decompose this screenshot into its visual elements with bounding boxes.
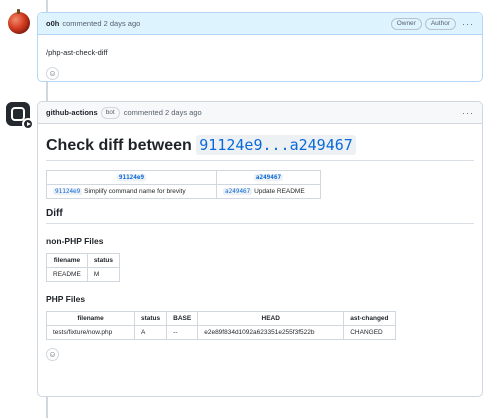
avatar[interactable]	[8, 12, 30, 34]
table-cell: e2e89f834d1092a623351e255f3f522b	[197, 325, 345, 340]
nonphp-table: filename status README M	[46, 253, 120, 282]
comment-github-actions: github-actions bot commented 2 days ago …	[37, 101, 483, 397]
smiley-icon[interactable]: ☺	[46, 67, 59, 80]
owner-badge: Owner	[390, 17, 422, 30]
table-header: status	[86, 253, 120, 268]
table-cell: A	[133, 325, 168, 340]
title-prefix: Check diff between	[46, 137, 192, 154]
comment-body: /php-ast-check-diff ☺	[38, 35, 482, 80]
table-row: filename status BASE HEAD ast-changed	[46, 311, 396, 326]
table-row: 91124e9 Simplify command name for brevit…	[46, 184, 321, 199]
table-header: filename	[46, 253, 88, 268]
comment-header: o0h commented 2 days ago Owner Author ··…	[38, 13, 482, 35]
comment-meta[interactable]: commented 2 days ago	[124, 108, 202, 117]
table-header: a249467	[216, 170, 321, 185]
commit-message: Simplify command name for brevity	[84, 188, 186, 195]
table-header: BASE	[166, 311, 199, 326]
table-row: 91124e9 a249467	[46, 170, 321, 185]
table-cell: 91124e9 Simplify command name for brevit…	[46, 184, 217, 199]
comment-o0h: o0h commented 2 days ago Owner Author ··…	[37, 12, 483, 82]
commit-link[interactable]: 91124e9	[116, 174, 147, 181]
bot-badge: bot	[100, 106, 120, 119]
comment-author[interactable]: github-actions	[46, 108, 98, 117]
nonphp-heading: non-PHP Files	[46, 236, 104, 246]
comment-author[interactable]: o0h	[46, 19, 59, 28]
comment-body: Check diff between 91124e9...a249467 911…	[38, 124, 482, 361]
page-title: Check diff between 91124e9...a249467	[46, 135, 474, 161]
table-cell: a249467 Update README	[216, 184, 321, 199]
table-cell: README	[46, 267, 88, 282]
smiley-icon[interactable]: ☺	[46, 348, 59, 361]
table-header: ast-changed	[343, 311, 396, 326]
table-cell: --	[166, 325, 199, 340]
comment-meta[interactable]: commented 2 days ago	[62, 19, 140, 28]
commit-table: 91124e9 a249467 91124e9 Simplify command…	[46, 170, 321, 199]
avatar-github-actions[interactable]	[6, 102, 34, 130]
kebab-icon[interactable]: ···	[462, 108, 474, 118]
table-cell: tests/fixture/now.php	[46, 325, 135, 340]
table-row: README M	[46, 267, 120, 282]
table-header: status	[133, 311, 168, 326]
avatar-stem	[17, 9, 20, 14]
commit-link[interactable]: a249467	[253, 174, 284, 181]
title-commit-range[interactable]: 91124e9...a249467	[196, 135, 356, 155]
kebab-icon[interactable]: ···	[462, 19, 474, 29]
author-badge: Author	[424, 17, 456, 30]
comment-header: github-actions bot commented 2 days ago …	[38, 102, 482, 124]
php-table: filename status BASE HEAD ast-changed te…	[46, 311, 396, 340]
table-row: tests/fixture/now.php A -- e2e89f834d109…	[46, 325, 396, 340]
table-cell: M	[86, 267, 120, 282]
table-header: 91124e9	[46, 170, 217, 185]
play-icon	[22, 118, 34, 130]
table-cell: CHANGED	[343, 325, 396, 340]
commit-link[interactable]: a249467	[223, 188, 253, 195]
commit-link[interactable]: 91124e9	[53, 188, 83, 195]
table-row: filename status	[46, 253, 120, 268]
comment-text: /php-ast-check-diff	[46, 48, 108, 57]
table-header: filename	[46, 311, 135, 326]
php-heading: PHP Files	[46, 294, 86, 304]
diff-heading: Diff	[46, 208, 474, 224]
commit-message: Update README	[254, 188, 305, 195]
table-header: HEAD	[197, 311, 345, 326]
